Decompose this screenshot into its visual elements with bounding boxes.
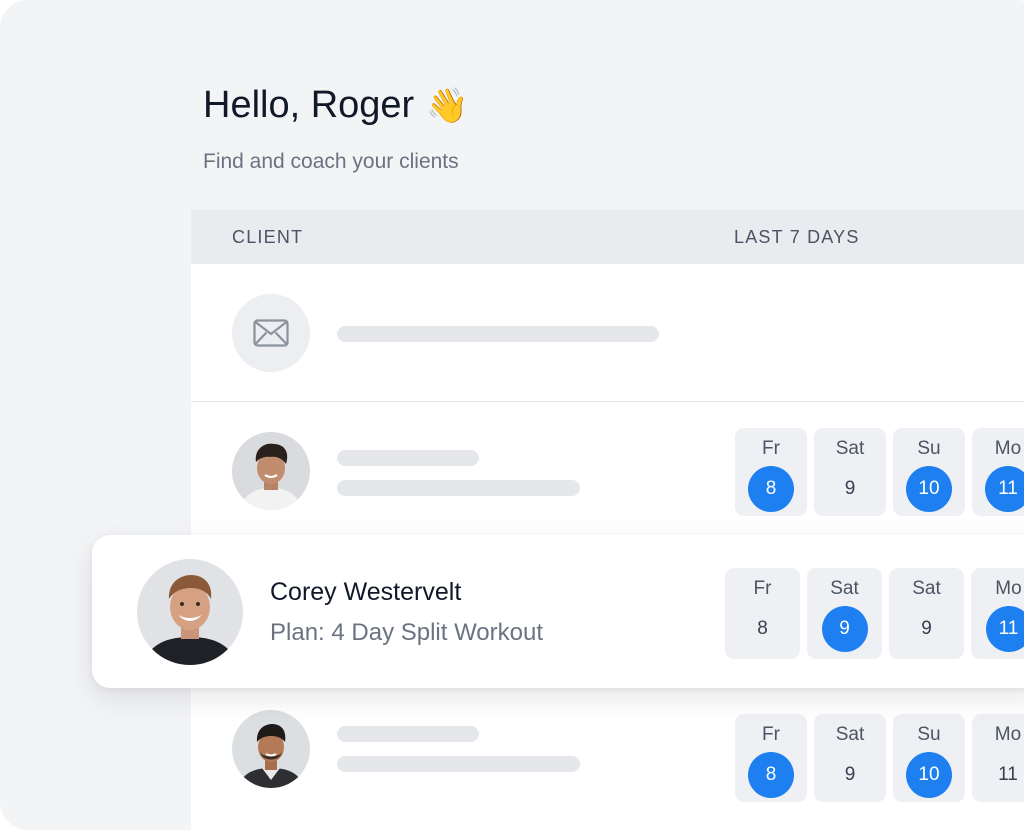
client-row[interactable]: Fr 8 Sat 9 Su 10 Mo 11 — [191, 690, 1024, 830]
day-cell[interactable]: Su 10 — [893, 428, 965, 516]
day-name: Su — [917, 724, 940, 746]
day-cell[interactable]: Sat 9 — [814, 714, 886, 802]
greeting-text: Hello, Roger — [203, 84, 414, 127]
skeleton-line — [337, 326, 659, 342]
app-frame: Hello, Roger 👋 Find and coach your clien… — [0, 0, 1024, 830]
column-header-last-7-days[interactable]: LAST 7 DAYS — [734, 227, 860, 248]
day-name: Sat — [836, 438, 865, 460]
avatar[interactable] — [232, 432, 310, 510]
day-cell[interactable]: Fr 8 — [735, 428, 807, 516]
day-strip: Fr 8 Sat 9 Sat 9 Mo 11 — [725, 568, 1024, 659]
avatar[interactable] — [137, 559, 243, 665]
skeleton-line — [337, 450, 479, 466]
day-number: 10 — [906, 466, 952, 512]
page-subtitle: Find and coach your clients — [203, 150, 459, 174]
day-cell[interactable]: Mo 11 — [971, 568, 1024, 659]
clients-table: CLIENT LAST 7 DAYS — [191, 210, 1024, 830]
day-number: 9 — [822, 606, 868, 652]
day-cell[interactable]: Sat 9 — [889, 568, 964, 659]
day-strip: Fr 8 Sat 9 Su 10 Mo 11 — [735, 428, 1024, 516]
client-row[interactable]: Fr 8 Sat 9 Su 10 Mo 11 — [191, 402, 1024, 552]
day-cell[interactable]: Sat 9 — [807, 568, 882, 659]
day-name: Mo — [995, 724, 1021, 746]
day-number: 8 — [748, 752, 794, 798]
day-name: Fr — [762, 438, 780, 460]
day-number: 9 — [904, 606, 950, 652]
column-header-client[interactable]: CLIENT — [232, 227, 303, 248]
skeleton-line — [337, 756, 580, 772]
day-number: 8 — [748, 466, 794, 512]
day-cell[interactable]: Mo 11 — [972, 714, 1024, 802]
day-name: Sat — [912, 578, 941, 600]
day-number: 11 — [986, 606, 1024, 652]
client-name[interactable]: Corey Westervelt — [270, 578, 461, 607]
day-name: Mo — [995, 578, 1021, 600]
skeleton-line — [337, 480, 580, 496]
day-cell[interactable]: Mo 11 — [972, 428, 1024, 516]
skeleton-line — [337, 726, 479, 742]
day-name: Sat — [830, 578, 859, 600]
day-name: Fr — [762, 724, 780, 746]
day-cell[interactable]: Fr 8 — [725, 568, 800, 659]
mail-icon[interactable] — [232, 294, 310, 372]
day-number: 9 — [827, 752, 873, 798]
day-number: 11 — [985, 752, 1024, 798]
day-cell[interactable]: Sat 9 — [814, 428, 886, 516]
avatar[interactable] — [232, 710, 310, 788]
day-cell[interactable]: Fr 8 — [735, 714, 807, 802]
day-number: 11 — [985, 466, 1024, 512]
day-name: Fr — [754, 578, 772, 600]
invite-client-row[interactable] — [191, 264, 1024, 402]
highlighted-client-card[interactable]: Corey Westervelt Plan: 4 Day Split Worko… — [92, 535, 1024, 688]
day-number: 10 — [906, 752, 952, 798]
day-strip: Fr 8 Sat 9 Su 10 Mo 11 — [735, 714, 1024, 802]
day-cell[interactable]: Su 10 — [893, 714, 965, 802]
day-number: 8 — [740, 606, 786, 652]
day-name: Su — [917, 438, 940, 460]
greeting-heading: Hello, Roger 👋 — [203, 84, 469, 127]
table-header: CLIENT LAST 7 DAYS — [191, 210, 1024, 264]
client-plan: Plan: 4 Day Split Workout — [270, 619, 543, 647]
day-name: Sat — [836, 724, 865, 746]
wave-icon: 👋 — [426, 86, 468, 126]
day-name: Mo — [995, 438, 1021, 460]
day-number: 9 — [827, 466, 873, 512]
